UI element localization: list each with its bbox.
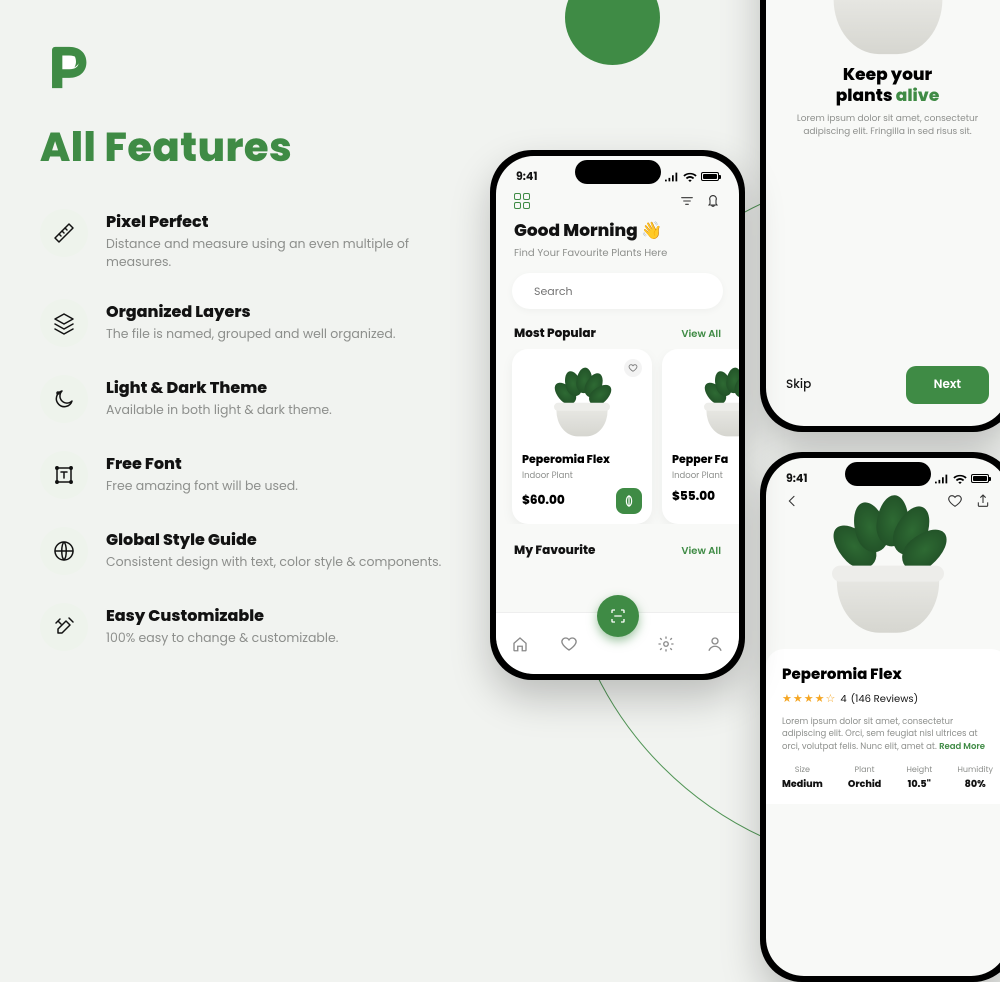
status-time: 9:41	[786, 470, 807, 487]
spec-value: Medium	[782, 778, 823, 792]
dynamic-island	[575, 160, 661, 184]
product-card-1[interactable]: Pepper Fa Indoor Plant $55.00	[662, 349, 739, 524]
product-description: Lorem ipsum dolor sit amet, consectetur …	[782, 715, 993, 752]
menu-grid-icon[interactable]	[514, 193, 530, 209]
feature-0: Pixel Perfect Distance and measure using…	[40, 209, 470, 271]
hero-plant-image	[828, 0, 947, 54]
read-more-link[interactable]: Read More	[939, 740, 985, 752]
rating-value: 4	[840, 691, 846, 707]
feature-desc: 100% easy to change & customizable.	[106, 630, 338, 648]
card-category: Indoor Plant	[672, 469, 739, 482]
feature-desc: The file is named, grouped and well orga…	[106, 326, 395, 344]
signal-icon	[665, 172, 679, 182]
share-icon[interactable]	[975, 493, 991, 509]
tab-settings-icon[interactable]	[657, 635, 675, 653]
feature-3: Free Font Free amazing font will be used…	[40, 451, 470, 499]
dynamic-island	[845, 462, 931, 486]
spec-value: 80%	[957, 778, 993, 792]
decor-dot	[565, 0, 660, 65]
mockup-home: 9:41 Good Morning 👋 Find Your Favourite …	[490, 150, 745, 680]
spec-2: Height 10.5"	[906, 764, 932, 792]
product-card-0[interactable]: Peperomia Flex Indoor Plant $60.00	[512, 349, 652, 524]
bell-icon[interactable]	[705, 193, 721, 209]
signal-icon	[935, 474, 949, 484]
greeting-subtitle: Find Your Favourite Plants Here	[514, 245, 721, 261]
spec-3: Humidity 80%	[957, 764, 993, 792]
feature-4: Global Style Guide Consistent design wit…	[40, 527, 470, 575]
tab-profile-icon[interactable]	[706, 635, 724, 653]
heart-icon[interactable]	[947, 493, 963, 509]
card-plant-image	[672, 359, 739, 445]
spec-label: Height	[906, 764, 932, 776]
feature-title: Light & Dark Theme	[106, 375, 332, 400]
tab-scan-button[interactable]	[597, 595, 639, 637]
tools-icon	[40, 603, 88, 651]
feature-desc: Distance and measure using an even multi…	[106, 236, 470, 271]
card-category: Indoor Plant	[522, 469, 642, 482]
section-popular-title: Most Popular	[514, 325, 596, 343]
mockup-onboarding: Keep your plants alive Lorem ipsum dolor…	[760, 0, 1000, 432]
feature-desc: Free amazing font will be used.	[106, 478, 298, 496]
spec-0: Size Medium	[782, 764, 823, 792]
card-name: Peperomia Flex	[522, 451, 642, 468]
globe-icon	[40, 527, 88, 575]
feature-title: Easy Customizable	[106, 603, 338, 628]
next-button[interactable]: Next	[906, 366, 989, 404]
mockup-detail: 9:41 Peperomia Flex ★★★★☆ 4	[760, 452, 1000, 982]
layers-icon	[40, 299, 88, 347]
favourite-icon[interactable]	[624, 359, 642, 377]
product-name: Peperomia Flex	[782, 663, 993, 686]
feature-1: Organized Layers The file is named, grou…	[40, 299, 470, 347]
search-bar[interactable]	[512, 273, 723, 309]
features-panel: All Features Pixel Perfect Distance and …	[40, 40, 470, 679]
card-price: $55.00	[672, 488, 715, 506]
feature-title: Free Font	[106, 451, 298, 476]
filter-icon[interactable]	[679, 193, 695, 209]
text-icon	[40, 451, 88, 499]
product-image	[832, 495, 944, 633]
onboarding-description: Lorem ipsum dolor sit amet, consectetur …	[766, 107, 1000, 145]
add-button[interactable]	[616, 488, 642, 514]
section-title: All Features	[40, 117, 470, 177]
tab-home-icon[interactable]	[511, 635, 529, 653]
spec-label: Humidity	[957, 764, 993, 776]
star-icons: ★★★★☆	[782, 690, 836, 707]
skip-button[interactable]: Skip	[786, 376, 811, 394]
spec-value: 10.5"	[906, 778, 932, 792]
feature-desc: Consistent design with text, color style…	[106, 554, 441, 572]
feature-5: Easy Customizable 100% easy to change & …	[40, 603, 470, 651]
wifi-icon	[683, 172, 697, 182]
moon-icon	[40, 375, 88, 423]
feature-title: Organized Layers	[106, 299, 395, 324]
greeting-text: Good Morning 👋	[514, 217, 721, 243]
status-time: 9:41	[516, 168, 537, 185]
spec-1: Plant Orchid	[848, 764, 881, 792]
card-price: $60.00	[522, 492, 565, 510]
feature-title: Pixel Perfect	[106, 209, 470, 234]
card-name: Pepper Fa	[672, 451, 739, 468]
spec-label: Plant	[848, 764, 881, 776]
tab-heart-icon[interactable]	[560, 635, 578, 653]
reviews-count: (146 Reviews)	[851, 691, 919, 707]
back-icon[interactable]	[784, 493, 800, 509]
feature-title: Global Style Guide	[106, 527, 441, 552]
section-fav-title: My Favourite	[514, 542, 595, 560]
search-input[interactable]	[532, 282, 739, 301]
view-all-link[interactable]: View All	[681, 543, 721, 559]
brand-logo	[40, 40, 470, 95]
feature-desc: Available in both light & dark theme.	[106, 402, 332, 420]
tab-bar	[496, 612, 739, 674]
spec-value: Orchid	[848, 778, 881, 792]
rating-row: ★★★★☆ 4 (146 Reviews)	[782, 690, 993, 707]
battery-icon	[701, 172, 719, 181]
spec-label: Size	[782, 764, 823, 776]
onboarding-title: Keep your plants alive	[836, 64, 940, 107]
wifi-icon	[953, 474, 967, 484]
battery-icon	[971, 474, 989, 483]
view-all-link[interactable]: View All	[681, 326, 721, 342]
feature-2: Light & Dark Theme Available in both lig…	[40, 375, 470, 423]
ruler-icon	[40, 209, 88, 257]
